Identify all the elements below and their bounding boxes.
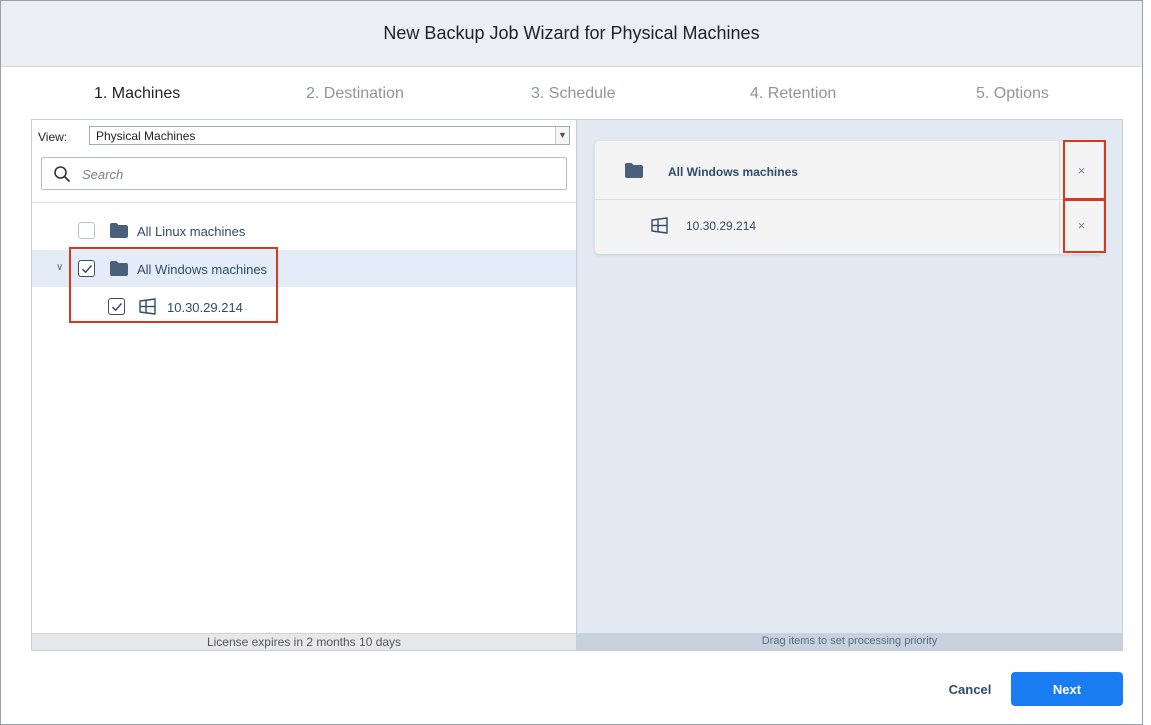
divider [32, 202, 576, 203]
view-label: View: [38, 130, 68, 144]
checkmark-icon [111, 303, 123, 312]
chevron-down-icon[interactable]: ▼ [555, 127, 569, 144]
license-status: License expires in 2 months 10 days [32, 633, 576, 650]
folder-icon [110, 261, 128, 276]
tree-label-windows: All Windows machines [137, 262, 268, 277]
tree-label-linux: All Linux machines [137, 224, 246, 239]
tree-item-linux[interactable]: All Linux machines [32, 212, 576, 249]
selected-item-label: All Windows machines [668, 165, 798, 179]
selected-items-list: All Windows machines × 10.30.29.214 × [595, 141, 1103, 254]
view-select[interactable]: Physical Machines ▼ [89, 126, 570, 145]
chevron-down-icon[interactable]: ∨ [56, 262, 63, 273]
tree-item-machine[interactable]: 10.30.29.214 [32, 288, 576, 325]
step-destination[interactable]: 2. Destination [306, 85, 404, 103]
remove-button[interactable]: × [1059, 201, 1103, 254]
priority-hint: Drag items to set processing priority [577, 633, 1122, 650]
step-retention[interactable]: 4. Retention [750, 85, 836, 103]
selected-items-panel: All Windows machines × 10.30.29.214 × Dr… [577, 119, 1123, 651]
step-machines[interactable]: 1. Machines [94, 85, 180, 103]
inventory-panel: View: Physical Machines ▼ All Linux mach… [31, 119, 577, 651]
view-select-value: Physical Machines [96, 129, 196, 143]
step-schedule[interactable]: 3. Schedule [531, 85, 616, 103]
checkbox-machine[interactable] [108, 298, 125, 315]
folder-icon [110, 223, 128, 238]
windows-icon [139, 298, 156, 315]
search-icon [54, 166, 70, 182]
search-input[interactable] [82, 164, 552, 184]
checkmark-icon [81, 265, 93, 274]
cancel-button[interactable]: Cancel [928, 672, 1012, 706]
selected-item-label: 10.30.29.214 [686, 219, 757, 233]
selected-item[interactable]: All Windows machines × [595, 141, 1103, 200]
tree-item-windows[interactable]: ∨ All Windows machines [32, 250, 576, 287]
next-button[interactable]: Next [1011, 672, 1123, 706]
windows-icon [651, 217, 668, 234]
wizard-dialog: New Backup Job Wizard for Physical Machi… [0, 0, 1143, 725]
wizard-steps: 1. Machines 2. Destination 3. Schedule 4… [1, 67, 1142, 121]
checkbox-linux[interactable] [78, 222, 95, 239]
checkbox-windows[interactable] [78, 260, 95, 277]
view-row: View: Physical Machines ▼ [32, 126, 576, 146]
search-box[interactable] [41, 157, 567, 190]
tree-label-machine: 10.30.29.214 [167, 300, 243, 315]
folder-icon [625, 163, 643, 178]
selected-item[interactable]: 10.30.29.214 × [595, 201, 1103, 254]
dialog-title: New Backup Job Wizard for Physical Machi… [1, 1, 1142, 67]
remove-button[interactable]: × [1059, 141, 1103, 200]
step-options[interactable]: 5. Options [976, 85, 1049, 103]
